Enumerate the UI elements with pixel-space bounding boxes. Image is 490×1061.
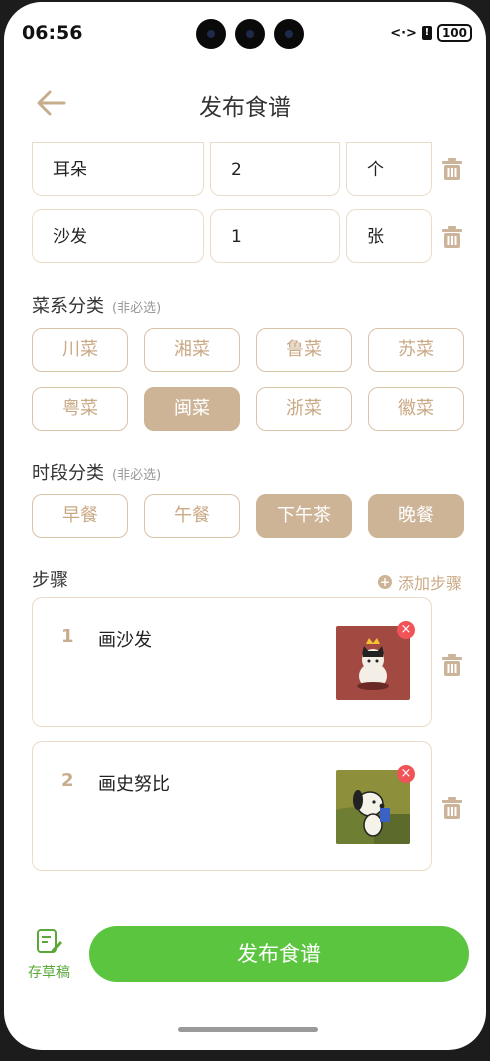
chip-option[interactable]: 午餐 <box>144 494 240 538</box>
status-time: 06:56 <box>22 22 83 44</box>
chip-option[interactable]: 鲁菜 <box>256 328 352 372</box>
meal-time-section-title: 时段分类 (非必选) <box>32 459 161 485</box>
step-card[interactable]: 1 画沙发 × <box>32 597 432 727</box>
cuisine-section-title: 菜系分类 (非必选) <box>32 292 161 318</box>
chip-option[interactable]: 粤菜 <box>32 387 128 431</box>
plus-circle-icon: + <box>377 575 392 589</box>
save-draft-button[interactable]: 存草稿 <box>22 928 76 982</box>
chip-option[interactable]: 苏菜 <box>368 328 464 372</box>
publish-button[interactable]: 发布食谱 <box>89 926 469 982</box>
chip-option[interactable]: 湘菜 <box>144 328 240 372</box>
ingredient-name-field[interactable]: 沙发 <box>32 209 204 263</box>
status-icons: <·> ! 100 <box>390 24 472 42</box>
remove-image-icon[interactable]: × <box>397 765 415 783</box>
chip-option[interactable]: 闽菜 <box>144 387 240 431</box>
ingredient-amount-field[interactable]: 1 <box>210 209 340 263</box>
chip-option[interactable]: 早餐 <box>32 494 128 538</box>
battery-icon: 100 <box>436 24 472 42</box>
ingredient-row: 耳朵 2 个 <box>32 142 472 198</box>
camera-icon <box>235 19 265 49</box>
optional-hint: (非必选) <box>112 468 162 483</box>
status-bar: 06:56 <·> ! 100 <box>4 2 486 64</box>
save-draft-label: 存草稿 <box>28 965 70 981</box>
chip-option[interactable]: 徽菜 <box>368 387 464 431</box>
camera-icon <box>196 19 226 49</box>
page-title: 发布食谱 <box>199 95 291 121</box>
chip-option[interactable]: 浙菜 <box>256 387 352 431</box>
ingredient-unit-field[interactable]: 个 <box>346 142 432 196</box>
trash-icon[interactable] <box>442 797 462 819</box>
step-image-snoopy[interactable] <box>336 770 410 844</box>
header: 发布食谱 <box>4 72 486 132</box>
ingredient-row: 沙发 1 张 <box>32 209 472 265</box>
home-indicator[interactable] <box>178 1027 318 1032</box>
ingredient-amount-field[interactable]: 2 <box>210 142 340 196</box>
chip-option[interactable]: 川菜 <box>32 328 128 372</box>
code-icon: <·> <box>390 25 417 41</box>
step-number: 2 <box>61 770 74 791</box>
remove-image-icon[interactable]: × <box>397 621 415 639</box>
alert-icon: ! <box>421 26 432 40</box>
cuisine-title: 菜系分类 <box>32 296 104 317</box>
step-text: 画沙发 <box>98 630 152 651</box>
add-step-button[interactable]: + 添加步骤 <box>377 570 462 594</box>
chip-option[interactable]: 晚餐 <box>368 494 464 538</box>
trash-icon[interactable] <box>442 226 462 248</box>
step-image-cat-on-sofa[interactable] <box>336 626 410 700</box>
ingredient-unit-field[interactable]: 张 <box>346 209 432 263</box>
camera-icon <box>274 19 304 49</box>
ingredient-name-field[interactable]: 耳朵 <box>32 142 204 196</box>
trash-icon[interactable] <box>442 158 462 180</box>
optional-hint: (非必选) <box>112 301 162 316</box>
edit-note-icon <box>37 929 62 953</box>
meal-time-title: 时段分类 <box>32 463 104 484</box>
step-number: 1 <box>61 626 74 647</box>
chip-option[interactable]: 下午茶 <box>256 494 352 538</box>
phone-screen: 06:56 <·> ! 100 发布食谱 耳朵 2 个 沙发 1 张 菜系分类 … <box>4 2 486 1050</box>
trash-icon[interactable] <box>442 654 462 676</box>
add-step-label: 添加步骤 <box>397 574 462 593</box>
step-card[interactable]: 2 画史努比 × <box>32 741 432 871</box>
steps-title: 步骤 <box>32 570 68 591</box>
step-text: 画史努比 <box>98 774 170 795</box>
